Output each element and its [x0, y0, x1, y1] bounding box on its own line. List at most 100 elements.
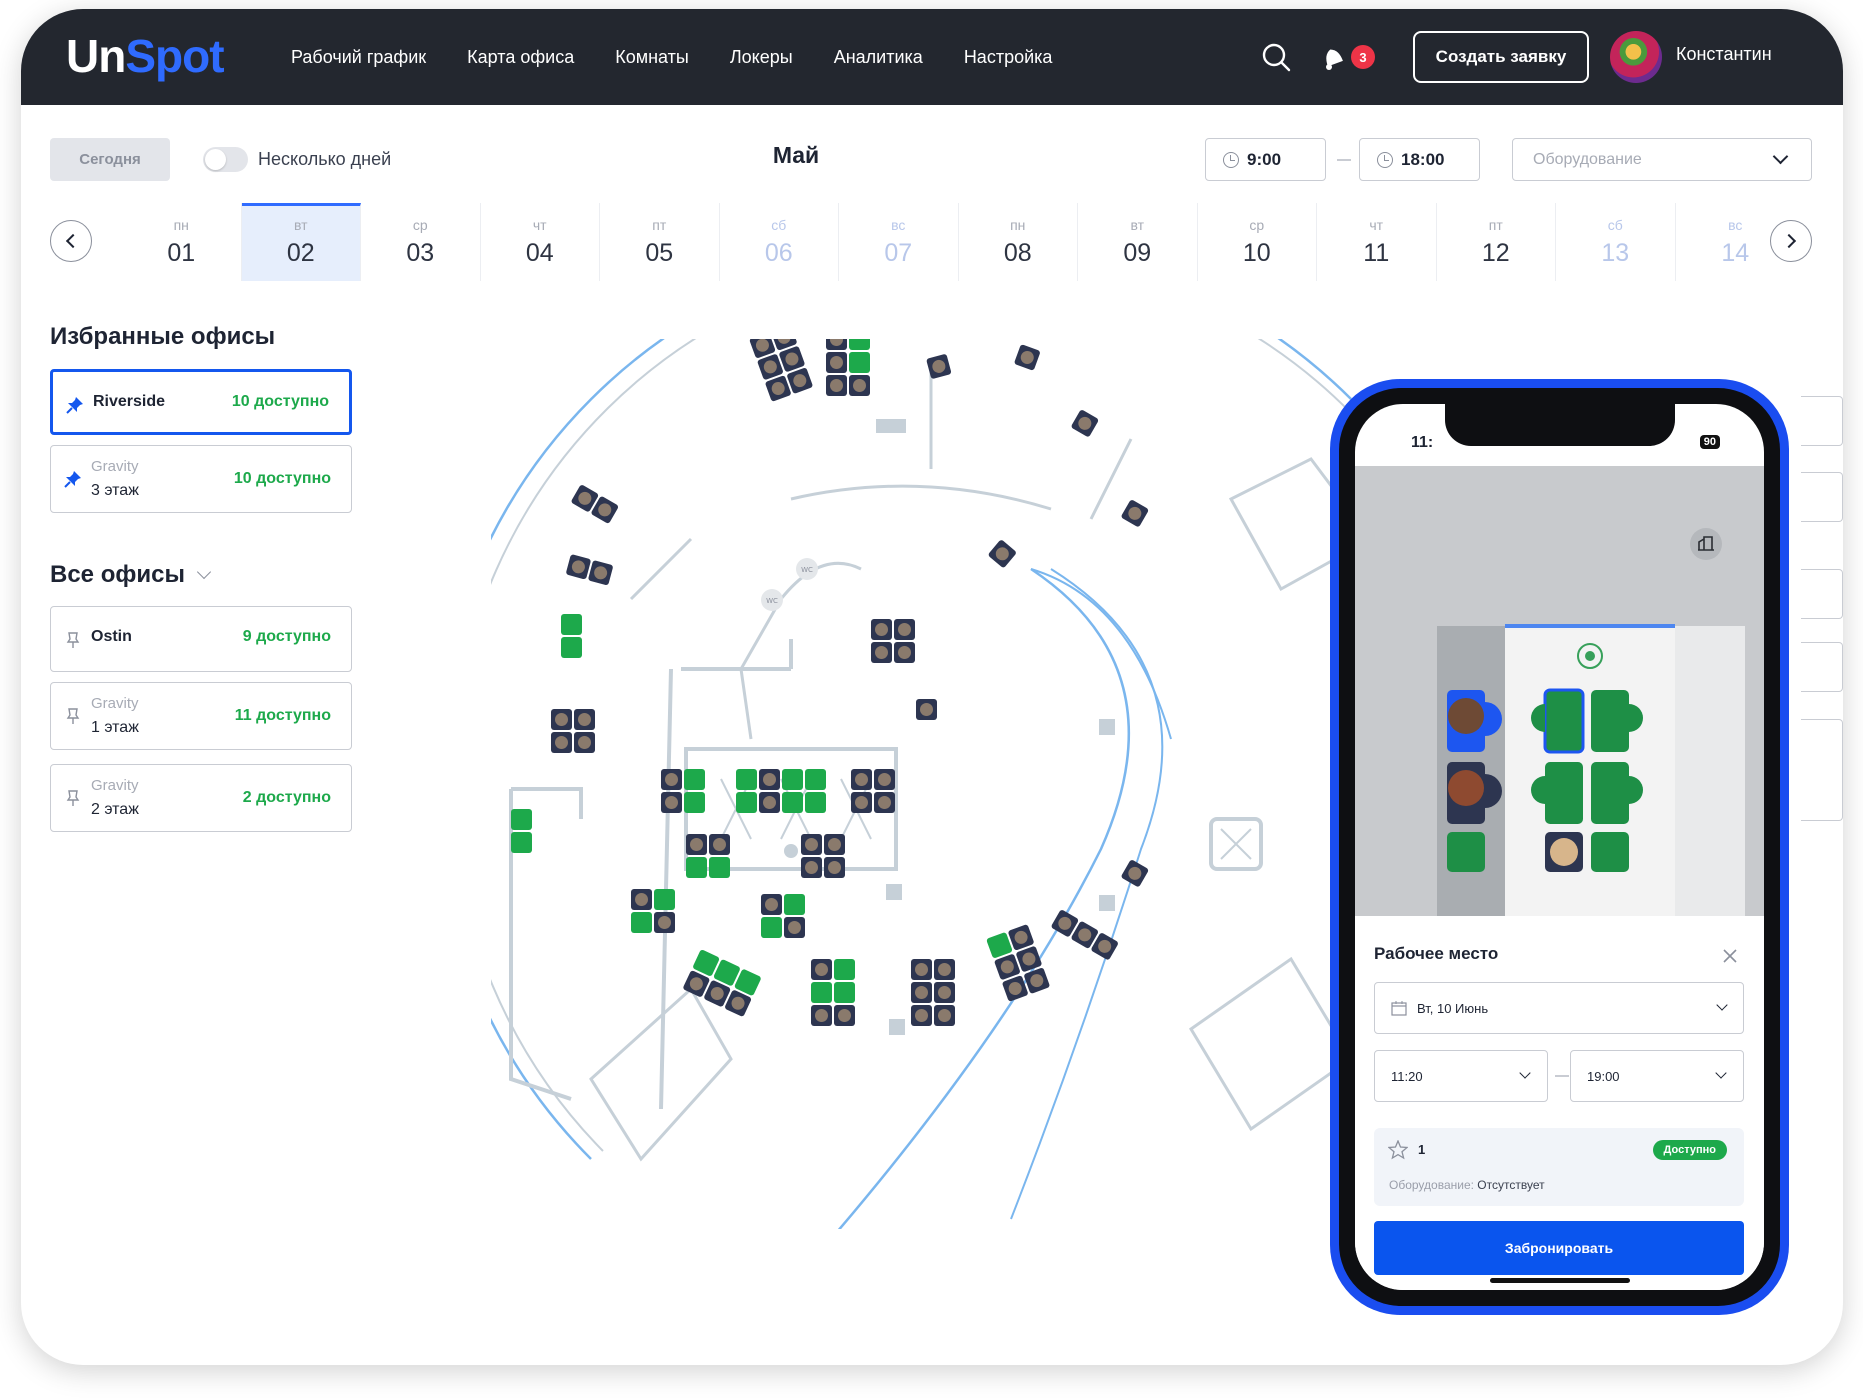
building-view-button[interactable]	[1801, 396, 1843, 446]
all-offices-title[interactable]: Все офисы	[50, 561, 212, 589]
day-cell[interactable]: чт 04	[481, 203, 600, 281]
desk-cluster[interactable]	[1071, 409, 1100, 438]
desk-available[interactable]	[849, 339, 870, 350]
desk-cluster[interactable]	[801, 834, 845, 878]
desk-cluster[interactable]	[986, 924, 1050, 1002]
desk-available[interactable]	[631, 912, 652, 933]
desk-cluster[interactable]	[511, 809, 532, 853]
desk-cluster[interactable]	[749, 339, 813, 402]
time-from-select[interactable]: 11:20	[1374, 1050, 1548, 1102]
nav-analytics[interactable]: Аналитика	[834, 47, 923, 68]
user-name[interactable]: Константин	[1676, 44, 1772, 65]
day-cell-weekend[interactable]: сб 06	[720, 203, 839, 281]
desk-available[interactable]	[561, 637, 582, 658]
desk-available[interactable]	[849, 352, 870, 373]
pin-outline-icon[interactable]	[64, 789, 82, 807]
user-avatar[interactable]	[1610, 31, 1662, 83]
date-select[interactable]: Вт, 10 Июнь	[1374, 982, 1744, 1034]
desk-cluster[interactable]	[1051, 909, 1120, 961]
next-week-button[interactable]	[1770, 220, 1812, 262]
desk-cluster[interactable]	[736, 769, 826, 813]
bell-icon[interactable]	[1316, 40, 1350, 74]
office-card-gravity-3[interactable]: Gravity 3 этаж 10 доступно	[50, 445, 352, 513]
day-cell-weekend[interactable]: вс 07	[839, 203, 959, 281]
office-card-gravity-1[interactable]: Gravity 1 этаж 11 доступно	[50, 682, 352, 750]
day-cell[interactable]: пт 12	[1437, 203, 1556, 281]
day-cell[interactable]: чт 11	[1317, 203, 1437, 281]
desk-cluster[interactable]	[761, 894, 805, 938]
desk-available[interactable]	[684, 769, 705, 790]
zoom-building-icon[interactable]	[1690, 528, 1722, 560]
desk-cluster[interactable]	[851, 769, 895, 813]
close-icon[interactable]	[1722, 948, 1738, 964]
time-from-field[interactable]: 9:00	[1205, 138, 1326, 181]
desk-cluster[interactable]	[566, 554, 614, 586]
desk-cluster[interactable]	[686, 834, 730, 878]
desk-available[interactable]	[736, 769, 757, 790]
desk-cluster[interactable]	[826, 339, 870, 396]
desk-available[interactable]	[684, 792, 705, 813]
day-cell[interactable]: ср 10	[1198, 203, 1317, 281]
day-cell[interactable]: пт 05	[600, 203, 720, 281]
star-icon[interactable]	[1388, 1140, 1408, 1160]
day-cell-weekend[interactable]: сб 13	[1556, 203, 1676, 281]
multi-days-toggle[interactable]	[203, 147, 248, 172]
desk-cluster[interactable]	[1121, 499, 1150, 528]
desk-available[interactable]	[811, 982, 832, 1003]
nav-settings[interactable]: Настройка	[964, 47, 1053, 68]
nav-office-map[interactable]: Карта офиса	[467, 47, 574, 68]
nav-lockers[interactable]: Локеры	[730, 47, 793, 68]
logo[interactable]: UnSpot	[66, 29, 225, 83]
desk-cluster[interactable]	[551, 709, 595, 753]
desk-cluster[interactable]	[1121, 859, 1150, 888]
desk-available[interactable]	[511, 832, 532, 853]
desk-available[interactable]	[736, 792, 757, 813]
create-request-button[interactable]: Создать заявку	[1413, 31, 1589, 83]
desk-cluster[interactable]	[988, 539, 1018, 569]
visibility-button[interactable]	[1801, 569, 1843, 619]
equipment-select[interactable]: Оборудование	[1512, 138, 1812, 181]
prev-week-button[interactable]	[50, 220, 92, 262]
nav-rooms[interactable]: Комнаты	[615, 47, 689, 68]
zoom-controls[interactable]	[1801, 719, 1843, 821]
desk-available[interactable]	[709, 857, 730, 878]
nav-schedule[interactable]: Рабочий график	[291, 47, 426, 68]
desk-available[interactable]	[784, 894, 805, 915]
desk-available[interactable]	[805, 792, 826, 813]
day-cell-selected[interactable]: вт 02	[241, 203, 361, 281]
desk-cluster[interactable]	[571, 484, 620, 524]
day-cell[interactable]: пн 01	[122, 203, 242, 281]
desk-cluster[interactable]	[916, 699, 937, 720]
desk-available[interactable]	[834, 982, 855, 1003]
desk-available[interactable]	[782, 769, 803, 790]
desk-available[interactable]	[511, 809, 532, 830]
info-button[interactable]	[1801, 642, 1843, 692]
pin-outline-icon[interactable]	[64, 707, 82, 725]
time-to-field[interactable]: 18:00	[1359, 138, 1480, 181]
office-card-gravity-2[interactable]: Gravity 2 этаж 2 доступно	[50, 764, 352, 832]
people-filter-button[interactable]	[1801, 472, 1843, 522]
book-button[interactable]: Забронировать	[1374, 1221, 1744, 1275]
search-icon[interactable]	[1259, 40, 1293, 74]
desk-cluster[interactable]	[1014, 344, 1041, 371]
desk-available[interactable]	[834, 959, 855, 980]
pin-icon[interactable]	[64, 470, 82, 488]
desk-cluster[interactable]	[561, 614, 582, 658]
desk-available[interactable]	[986, 932, 1013, 959]
time-to-select[interactable]: 19:00	[1570, 1050, 1744, 1102]
day-cell[interactable]: вт 09	[1078, 203, 1198, 281]
pin-icon[interactable]	[66, 396, 84, 414]
office-card-riverside[interactable]: Riverside 10 доступно	[50, 369, 352, 435]
desk-available[interactable]	[805, 769, 826, 790]
desk-available[interactable]	[686, 857, 707, 878]
desk-cluster[interactable]	[682, 949, 761, 1017]
desk-cluster[interactable]	[631, 889, 675, 933]
desk-cluster[interactable]	[811, 959, 855, 1026]
day-cell[interactable]: пн 08	[959, 203, 1078, 281]
pin-outline-icon[interactable]	[64, 631, 82, 649]
desk-available[interactable]	[782, 792, 803, 813]
desk-cluster[interactable]	[911, 959, 955, 1026]
desk-available[interactable]	[654, 889, 675, 910]
office-card-ostin[interactable]: Ostin 9 доступно	[50, 606, 352, 672]
day-cell[interactable]: ср 03	[361, 203, 481, 281]
